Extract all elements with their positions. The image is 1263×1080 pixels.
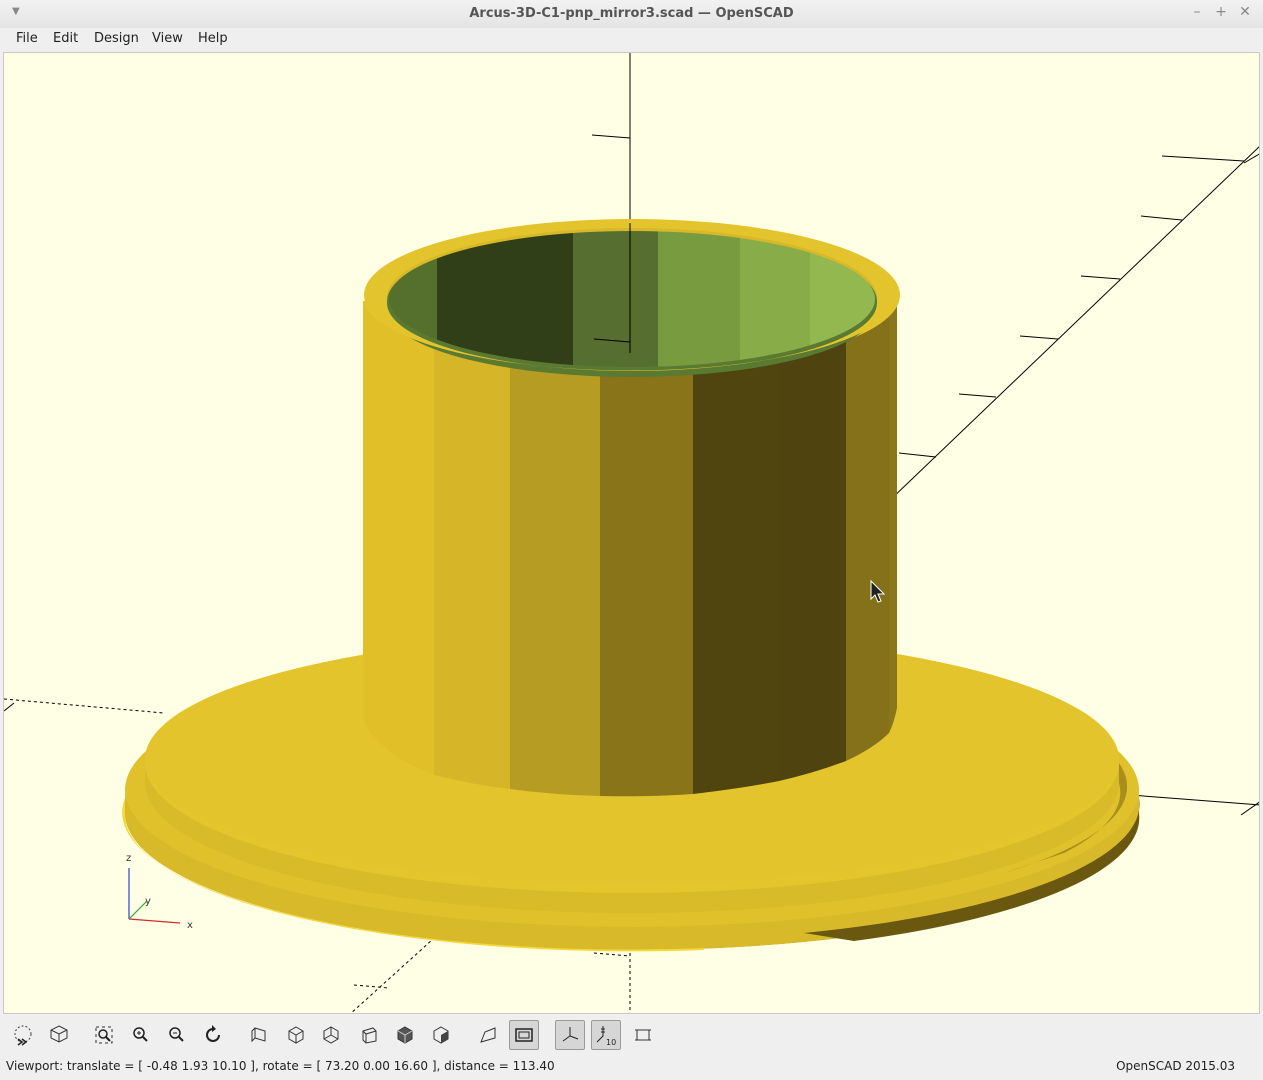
- view-left-button[interactable]: [354, 1020, 384, 1050]
- minimize-button[interactable]: –: [1187, 4, 1207, 20]
- status-bar: Viewport: translate = [ -0.48 1.93 10.10…: [0, 1056, 1263, 1080]
- show-axes-button[interactable]: [555, 1020, 585, 1050]
- view-top-button[interactable]: [281, 1020, 311, 1050]
- edges-icon: [635, 1029, 651, 1041]
- axis-label-y: y: [145, 896, 151, 907]
- perspective-icon: [480, 1027, 496, 1043]
- view-all-button[interactable]: [89, 1020, 119, 1050]
- preview-icon: [14, 1025, 32, 1046]
- preview-button[interactable]: [8, 1020, 38, 1050]
- axes-icon: [562, 1027, 579, 1042]
- view-all-icon: [95, 1026, 113, 1044]
- render-canvas: z y x: [4, 53, 1259, 1013]
- render-button[interactable]: [44, 1020, 74, 1050]
- view-toolbar: 10: [0, 1016, 1263, 1054]
- view-bottom-icon: [323, 1026, 339, 1044]
- zoom-in-button[interactable]: [126, 1020, 156, 1050]
- zoom-out-button[interactable]: [162, 1020, 192, 1050]
- view-back-button[interactable]: [426, 1020, 456, 1050]
- view-top-icon: [288, 1026, 304, 1044]
- title-bar: ▼ Arcus-3D-C1-pnp_mirror3.scad — OpenSCA…: [0, 0, 1263, 29]
- scale-markers-icon: 10: [596, 1026, 616, 1047]
- menu-edit[interactable]: Edit: [53, 31, 78, 46]
- scale-marker-label: 10: [606, 1038, 616, 1047]
- render-icon: [50, 1025, 68, 1043]
- view-left-icon: [362, 1027, 377, 1044]
- y-axis-line: [886, 146, 1259, 504]
- maximize-button[interactable]: +: [1211, 4, 1231, 20]
- reset-view-button[interactable]: [198, 1020, 228, 1050]
- show-edges-button[interactable]: [628, 1020, 658, 1050]
- version-label: OpenSCAD 2015.03: [1116, 1059, 1235, 1073]
- view-front-button[interactable]: [390, 1020, 420, 1050]
- menu-design[interactable]: Design: [94, 31, 139, 46]
- axis-label-z: z: [126, 853, 131, 864]
- reset-view-icon: [206, 1025, 220, 1042]
- view-right-icon: [251, 1027, 266, 1043]
- axis-label-x: x: [187, 920, 193, 931]
- zoom-out-icon: [169, 1027, 184, 1042]
- viewport-status: Viewport: translate = [ -0.48 1.93 10.10…: [6, 1059, 555, 1073]
- view-right-button[interactable]: [244, 1020, 274, 1050]
- 3d-viewport[interactable]: z y x: [3, 52, 1260, 1014]
- view-bottom-button[interactable]: [316, 1020, 346, 1050]
- model-mesh: [122, 219, 1140, 952]
- x-axis-negative: [4, 698, 165, 714]
- orthogonal-button[interactable]: [509, 1020, 539, 1050]
- view-back-icon: [433, 1026, 449, 1044]
- menu-view[interactable]: View: [152, 31, 183, 46]
- view-front-icon: [397, 1026, 413, 1044]
- orthogonal-icon: [515, 1028, 533, 1042]
- menu-help[interactable]: Help: [198, 31, 228, 46]
- menu-file[interactable]: File: [16, 31, 38, 46]
- zoom-in-icon: [133, 1027, 148, 1042]
- window-title: Arcus-3D-C1-pnp_mirror3.scad — OpenSCAD: [469, 6, 794, 21]
- perspective-button[interactable]: [473, 1020, 503, 1050]
- close-button[interactable]: ✕: [1235, 4, 1255, 20]
- show-scale-button[interactable]: 10: [591, 1020, 621, 1050]
- menu-bar: File Edit Design View Help: [0, 28, 1263, 50]
